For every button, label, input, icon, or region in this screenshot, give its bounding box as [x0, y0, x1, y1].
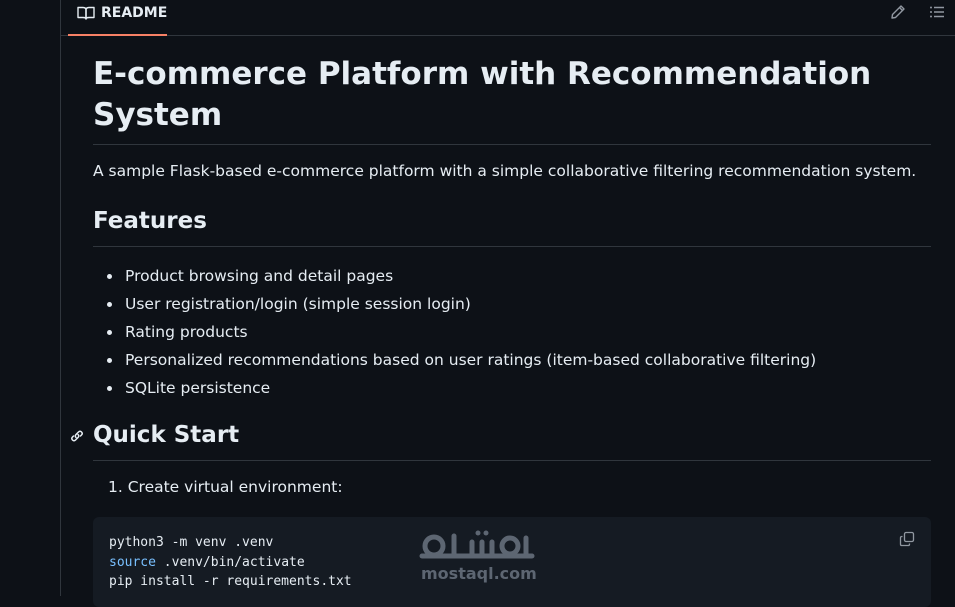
code-line: pip install -r requirements.txt [109, 574, 352, 589]
mostaql-url: mostaql.com [421, 564, 537, 583]
readme-tabbar: README [61, 0, 955, 36]
readme-title: E-commerce Platform with Recommendation … [93, 56, 872, 133]
list-item: SQLite persistence [93, 374, 816, 402]
list-item: Product browsing and detail pages [93, 262, 816, 290]
quickstart-heading: Quick Start [93, 422, 240, 448]
mostaql-logo [419, 530, 535, 559]
step-item: 1. Create virtual environment: [108, 478, 343, 496]
list-item: User registration/login (simple session … [93, 290, 816, 318]
tab-readme-label: README [101, 5, 168, 21]
code-text: python3 -m venv .venv source .venv/bin/a… [109, 533, 352, 592]
mostaql-watermark: mostaql.com [418, 528, 537, 584]
title-divider [93, 144, 931, 145]
list-item: Personalized recommendations based on us… [93, 346, 816, 374]
tab-readme[interactable]: README [68, 0, 167, 36]
pencil-icon[interactable] [890, 4, 906, 20]
code-line: .venv/bin/activate [155, 554, 305, 570]
code-keyword: source [109, 554, 156, 570]
book-icon [77, 6, 95, 20]
list-item: Rating products [93, 318, 816, 346]
link-icon[interactable] [69, 428, 85, 444]
features-heading: Features [93, 208, 207, 234]
readme-intro: A sample Flask-based e-commerce platform… [93, 162, 917, 180]
copy-icon[interactable] [899, 531, 915, 547]
features-list: Product browsing and detail pages User r… [93, 262, 816, 402]
features-divider [93, 246, 931, 247]
readme-panel: README E-commerce Platform with Recommen… [61, 0, 955, 607]
code-line: python3 -m venv .venv [109, 535, 274, 550]
left-sidebar-gutter [0, 0, 61, 596]
quickstart-divider [93, 460, 931, 461]
list-icon[interactable] [929, 4, 945, 20]
